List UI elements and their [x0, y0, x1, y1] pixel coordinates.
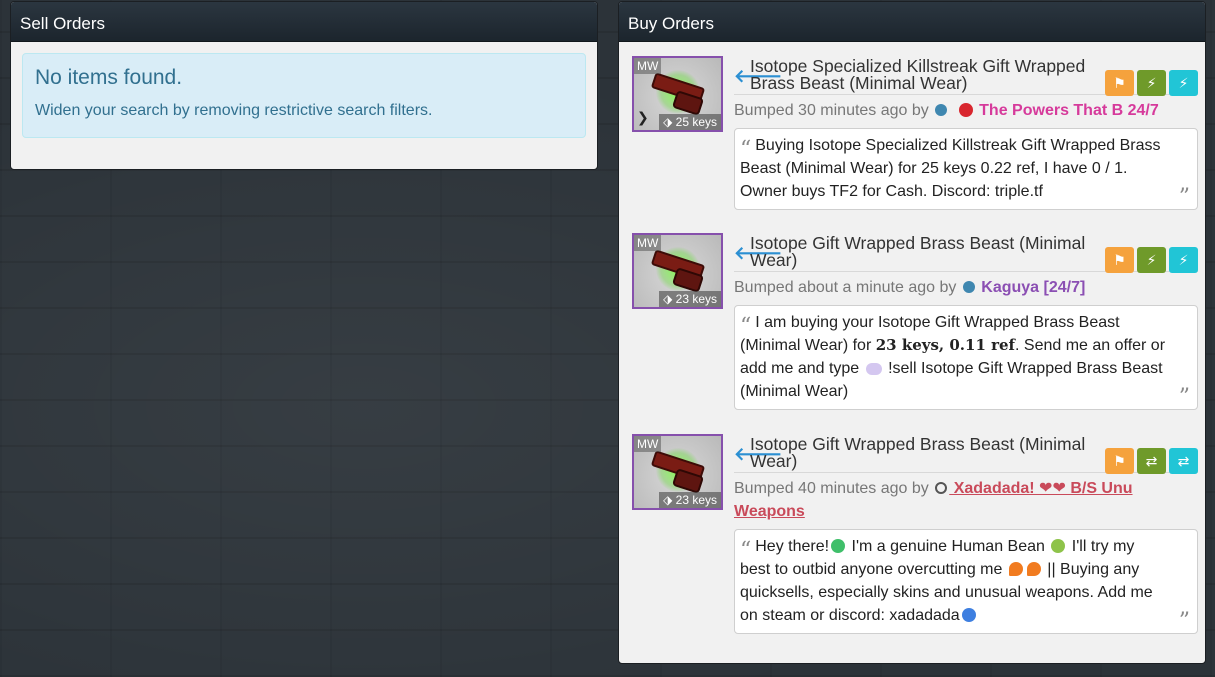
sell-orders-panel: Sell Orders No items found. Widen your s…	[10, 1, 598, 170]
trust-badge-icon	[958, 103, 973, 117]
bump-text: Bumped 30 minutes ago by	[734, 102, 929, 119]
exchange-icon: ⇄	[1177, 453, 1190, 469]
fire-icon	[1026, 562, 1041, 576]
message-text: Buying Isotope Specialized Killstreak Gi…	[740, 137, 1161, 200]
listing-title[interactable]: Isotope Gift Wrapped Brass Beast (Minima…	[750, 234, 1095, 269]
offline-status-icon	[935, 482, 948, 494]
buy-orders-header: Buy Orders	[619, 2, 1205, 42]
green-heart-icon	[831, 539, 846, 553]
flag-icon: ⚑	[1113, 252, 1126, 268]
instant-trade-button[interactable]: ⇄	[1169, 448, 1198, 474]
quote-open-icon: “	[740, 538, 752, 563]
report-button[interactable]: ⚑	[1105, 247, 1134, 273]
quality-badge: MW	[634, 58, 662, 74]
quote-close-icon: ”	[1178, 185, 1190, 210]
price-tag: ⬗ 23 keys	[659, 492, 721, 508]
price-tag: ⬗ 25 keys	[659, 114, 721, 130]
quote-close-icon: ”	[1178, 609, 1190, 634]
quote-open-icon: “	[740, 314, 752, 339]
online-status-icon	[935, 104, 948, 116]
price-value: 23 keys	[675, 292, 717, 306]
online-status-icon	[962, 281, 975, 293]
price-value: 25 keys	[675, 115, 717, 129]
report-button[interactable]: ⚑	[1105, 448, 1134, 474]
exchange-icon: ⇄	[1145, 453, 1158, 469]
no-items-alert: No items found. Widen your search by rem…	[22, 53, 586, 138]
speech-bubble-icon	[865, 363, 882, 375]
sell-orders-header: Sell Orders	[11, 2, 597, 42]
user-link[interactable]: Kaguya [24/7]	[981, 279, 1085, 296]
tag-icon: ⬗	[663, 115, 673, 129]
listing-actions: ⚑ ⚡ ⚡	[1105, 70, 1198, 96]
item-thumbnail[interactable]: MW ❯ ⬗ 25 keys	[632, 56, 723, 132]
no-items-title: No items found.	[35, 66, 183, 89]
instant-trade-button[interactable]: ⚡	[1169, 70, 1198, 96]
message-text: Hey there!	[755, 538, 830, 555]
listing-title[interactable]: Isotope Specialized Killstreak Gift Wrap…	[750, 57, 1095, 92]
bump-text: Bumped about a minute ago by	[734, 279, 957, 296]
bolt-icon: ⚡	[1146, 252, 1157, 268]
listing-title[interactable]: Isotope Gift Wrapped Brass Beast (Minima…	[750, 435, 1095, 470]
listing-message: “Buying Isotope Specialized Killstreak G…	[734, 128, 1198, 210]
report-button[interactable]: ⚑	[1105, 70, 1134, 96]
instant-trade-button[interactable]: ⚡	[1169, 247, 1198, 273]
message-text: I'm a genuine Human Bean	[847, 538, 1050, 555]
listing-title-row: 🡐 Isotope Specialized Killstreak Gift Wr…	[734, 56, 1198, 96]
bolt-icon: ⚡	[1178, 75, 1189, 91]
flag-icon: ⚑	[1113, 453, 1126, 469]
listing-actions: ⚑ ⇄ ⇄	[1105, 448, 1198, 474]
listing-title-row: 🡐 Isotope Gift Wrapped Brass Beast (Mini…	[734, 233, 1198, 273]
price-value: 23 keys	[675, 493, 717, 507]
listing-message: “Hey there! I'm a genuine Human Bean I'l…	[734, 529, 1198, 634]
trade-offer-button[interactable]: ⚡	[1137, 70, 1166, 96]
message-price: 23 keys, 0.11 ref	[875, 336, 1016, 354]
listing-info: 🡐 Isotope Specialized Killstreak Gift Wr…	[734, 56, 1198, 210]
listing-info: 🡐 Isotope Gift Wrapped Brass Beast (Mini…	[734, 233, 1198, 410]
price-tag: ⬗ 23 keys	[659, 291, 721, 307]
item-thumbnail[interactable]: MW ⬗ 23 keys	[632, 434, 723, 510]
bump-info: Bumped 30 minutes ago by The Powers That…	[734, 99, 1198, 122]
flag-icon: ⚑	[1113, 75, 1126, 91]
tag-icon: ⬗	[663, 292, 673, 306]
trade-offer-button[interactable]: ⚡	[1137, 247, 1166, 273]
blue-heart-icon	[961, 608, 976, 622]
quote-close-icon: ”	[1178, 385, 1190, 410]
buy-orders-panel: Buy Orders MW ❯ ⬗ 25 keys 🡐 Isotope Spec…	[618, 1, 1206, 664]
alien-icon	[1051, 539, 1066, 553]
listing-message: “I am buying your Isotope Gift Wrapped B…	[734, 305, 1198, 410]
no-items-text: Widen your search by removing restrictiv…	[35, 102, 433, 119]
trade-offer-button[interactable]: ⇄	[1137, 448, 1166, 474]
bump-info: Bumped 40 minutes ago by Xadadada! ❤❤ B/…	[734, 477, 1198, 523]
bump-text: Bumped 40 minutes ago by	[734, 480, 929, 497]
listing-title-row: 🡐 Isotope Gift Wrapped Brass Beast (Mini…	[734, 434, 1198, 474]
tag-icon: ⬗	[663, 493, 673, 507]
fire-icon	[1008, 562, 1023, 576]
bolt-icon: ⚡	[1146, 75, 1157, 91]
user-link[interactable]: The Powers That B 24/7	[979, 102, 1159, 119]
listing-actions: ⚑ ⚡ ⚡	[1105, 247, 1198, 273]
item-thumbnail[interactable]: MW ⬗ 23 keys	[632, 233, 723, 309]
listing-info: 🡐 Isotope Gift Wrapped Brass Beast (Mini…	[734, 434, 1198, 634]
quality-badge: MW	[634, 436, 662, 452]
bump-info: Bumped about a minute ago by Kaguya [24/…	[734, 276, 1198, 299]
bolt-icon: ⚡	[1178, 252, 1189, 268]
killstreak-icon: ❯	[637, 109, 649, 125]
quality-badge: MW	[634, 235, 662, 251]
quote-open-icon: “	[740, 137, 752, 162]
